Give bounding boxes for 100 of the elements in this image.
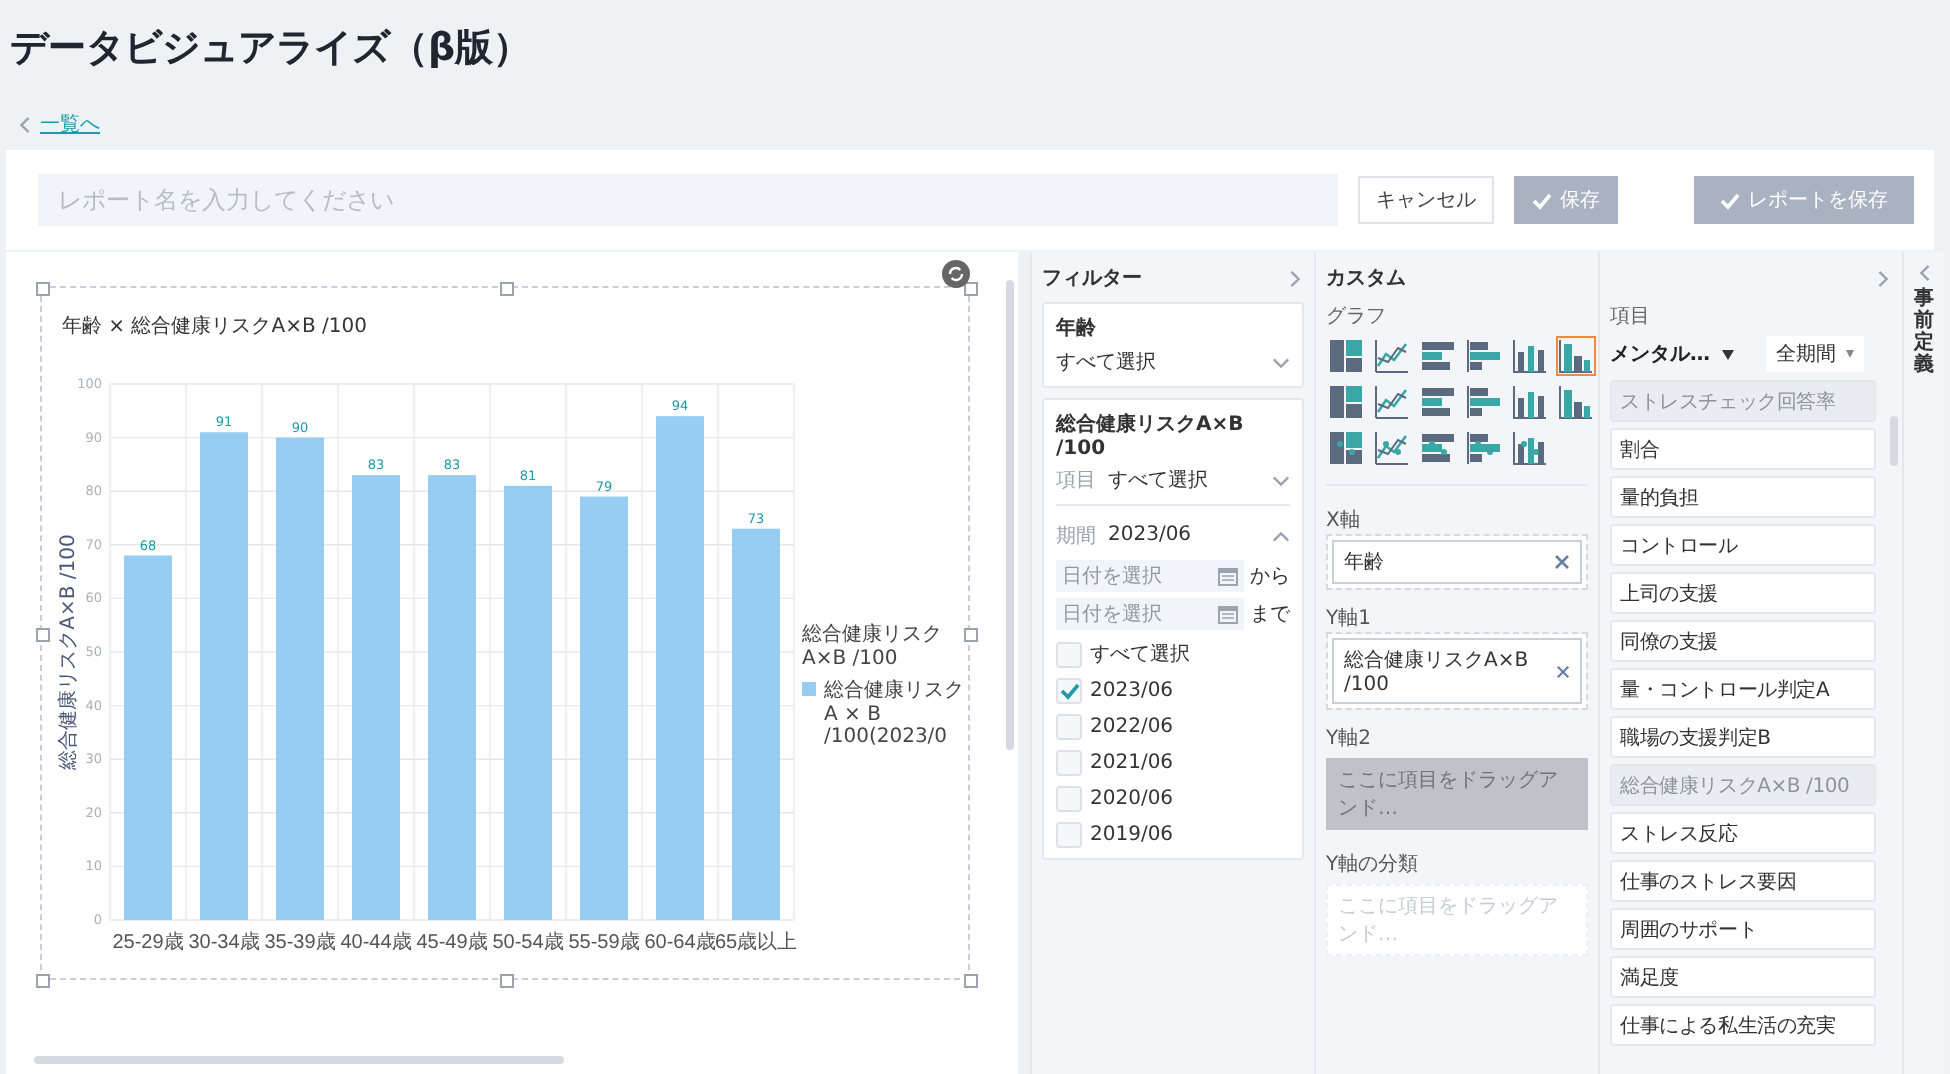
select-value[interactable]: すべて選択 xyxy=(1056,348,1156,376)
chart-type-button[interactable] xyxy=(1556,382,1596,422)
legend-swatch xyxy=(802,682,816,696)
close-icon[interactable] xyxy=(1556,663,1570,679)
chart-type-button[interactable] xyxy=(1510,382,1550,422)
report-name-field[interactable]: レポート名を入力してください xyxy=(38,174,1338,226)
resize-handle[interactable] xyxy=(500,974,514,988)
refresh-icon[interactable] xyxy=(942,260,970,288)
list-item[interactable]: コントロール xyxy=(1610,524,1876,566)
close-icon[interactable] xyxy=(1554,554,1570,570)
checkbox[interactable] xyxy=(1056,786,1082,812)
list-item[interactable]: 上司の支援 xyxy=(1610,572,1876,614)
chart-icon xyxy=(1466,430,1502,466)
axis-field[interactable]: 年齢 xyxy=(1332,540,1582,584)
category-dropdown[interactable]: メンタル… xyxy=(1610,340,1734,368)
calendar-icon[interactable] xyxy=(1218,566,1238,586)
list-item[interactable]: 周囲のサポート xyxy=(1610,908,1876,950)
checkbox-label: 2022/06 xyxy=(1090,716,1174,738)
filter-label: 総合健康リスクA×B /100 xyxy=(1056,411,1246,460)
chevron-up-icon[interactable] xyxy=(1272,528,1290,546)
list-item[interactable]: ストレス反応 xyxy=(1610,812,1876,854)
chart-type-button[interactable] xyxy=(1510,428,1550,468)
select-value[interactable]: 2023/06 xyxy=(1108,524,1192,546)
chart-type-button[interactable] xyxy=(1326,428,1366,468)
period-dropdown[interactable]: 全期間 xyxy=(1766,336,1864,372)
checkbox-label: 2023/06 xyxy=(1090,680,1174,702)
category-label: 50-54歳 xyxy=(492,932,564,954)
chart-title: 年齢 × 総合健康リスクA×B /100 xyxy=(62,313,367,340)
scrollbar[interactable] xyxy=(34,1056,564,1064)
section-label: グラフ xyxy=(1326,304,1388,330)
field-label: 期間 xyxy=(1056,523,1096,549)
chart-type-button[interactable] xyxy=(1418,382,1458,422)
chevron-down-icon[interactable] xyxy=(1272,471,1290,489)
chart-type-button[interactable] xyxy=(1326,336,1366,376)
date-suffix: まで xyxy=(1250,602,1290,628)
list-item[interactable]: 仕事のストレス要因 xyxy=(1610,860,1876,902)
chart-type-button[interactable] xyxy=(1372,336,1412,376)
chart-icon xyxy=(1328,384,1364,420)
category-label: 55-59歳 xyxy=(568,932,640,954)
resize-handle[interactable] xyxy=(964,628,978,642)
legend-label: 総合健康リスク A × B /100(2023/0 xyxy=(824,677,966,748)
date-suffix: から xyxy=(1250,564,1290,590)
resize-handle[interactable] xyxy=(36,282,50,296)
chart-icon xyxy=(1374,338,1410,374)
chart-type-button[interactable] xyxy=(1464,336,1504,376)
list-item[interactable]: 同僚の支援 xyxy=(1610,620,1876,662)
checkbox-label: すべて選択 xyxy=(1090,642,1190,668)
calendar-icon[interactable] xyxy=(1218,604,1238,624)
chart-icon xyxy=(1466,384,1502,420)
checkbox[interactable] xyxy=(1056,714,1082,740)
list-item[interactable]: 満足度 xyxy=(1610,956,1876,998)
category-label: 60-64歳 xyxy=(644,932,716,954)
list-item[interactable]: 職場の支援判定B xyxy=(1610,716,1876,758)
check-icon xyxy=(1059,682,1079,700)
resize-handle[interactable] xyxy=(964,974,978,988)
select-value[interactable]: すべて選択 xyxy=(1108,466,1208,494)
chart-type-button[interactable] xyxy=(1326,382,1366,422)
resize-handle[interactable] xyxy=(36,628,50,642)
chart-icon xyxy=(1328,338,1364,374)
axis-title: 総合健康リスクA×B /100 xyxy=(58,534,80,770)
resize-handle[interactable] xyxy=(964,282,978,296)
checkbox[interactable] xyxy=(1056,750,1082,776)
chart-icon xyxy=(1328,430,1364,466)
checkbox[interactable] xyxy=(1056,641,1082,667)
chart-type-button[interactable] xyxy=(1418,428,1458,468)
list-item[interactable]: 量的負担 xyxy=(1610,476,1876,518)
list-item[interactable]: 量・コントロール判定A xyxy=(1610,668,1876,710)
chevron-left-icon[interactable] xyxy=(16,115,34,133)
resize-handle[interactable] xyxy=(500,282,514,296)
chart-icon xyxy=(1374,384,1410,420)
chart-type-button[interactable] xyxy=(1464,382,1504,422)
category-label: 65歳以上 xyxy=(714,932,798,954)
chart-icon xyxy=(1558,338,1594,374)
list-item[interactable]: 割合 xyxy=(1610,428,1876,470)
checkbox-label: 2019/06 xyxy=(1090,824,1174,846)
category-label: 25-29歳 xyxy=(112,932,184,954)
chevron-right-icon[interactable] xyxy=(1874,269,1892,287)
axis-field[interactable]: 総合健康リスクA×B /100 xyxy=(1332,638,1582,704)
chart-icon xyxy=(1420,430,1456,466)
side-tab-label[interactable]: 事前定義 xyxy=(1914,288,1934,376)
chevron-down-icon[interactable] xyxy=(1272,353,1290,371)
checkbox[interactable] xyxy=(1056,678,1082,704)
chevron-left-icon[interactable] xyxy=(1915,264,1933,282)
checkbox[interactable] xyxy=(1056,822,1082,848)
resize-handle[interactable] xyxy=(36,974,50,988)
chart-type-button[interactable] xyxy=(1556,336,1596,376)
chevron-right-icon[interactable] xyxy=(1286,269,1304,287)
chart-type-button[interactable] xyxy=(1372,428,1412,468)
cancel-button[interactable]: キャンセル xyxy=(1358,176,1494,224)
chart-type-button[interactable] xyxy=(1510,336,1550,376)
chart-type-button[interactable] xyxy=(1464,428,1504,468)
scrollbar[interactable] xyxy=(1006,280,1014,750)
axis-label: Y軸の分類 xyxy=(1326,851,1421,878)
chart-type-button[interactable] xyxy=(1372,382,1412,422)
check-icon xyxy=(1532,191,1552,209)
panel-title: フィルター xyxy=(1042,266,1142,292)
list-item[interactable]: 仕事による私生活の充実 xyxy=(1610,1004,1876,1046)
field-label: 項目 xyxy=(1056,468,1096,494)
chart-icon xyxy=(1466,338,1502,374)
chart-type-button[interactable] xyxy=(1418,336,1458,376)
